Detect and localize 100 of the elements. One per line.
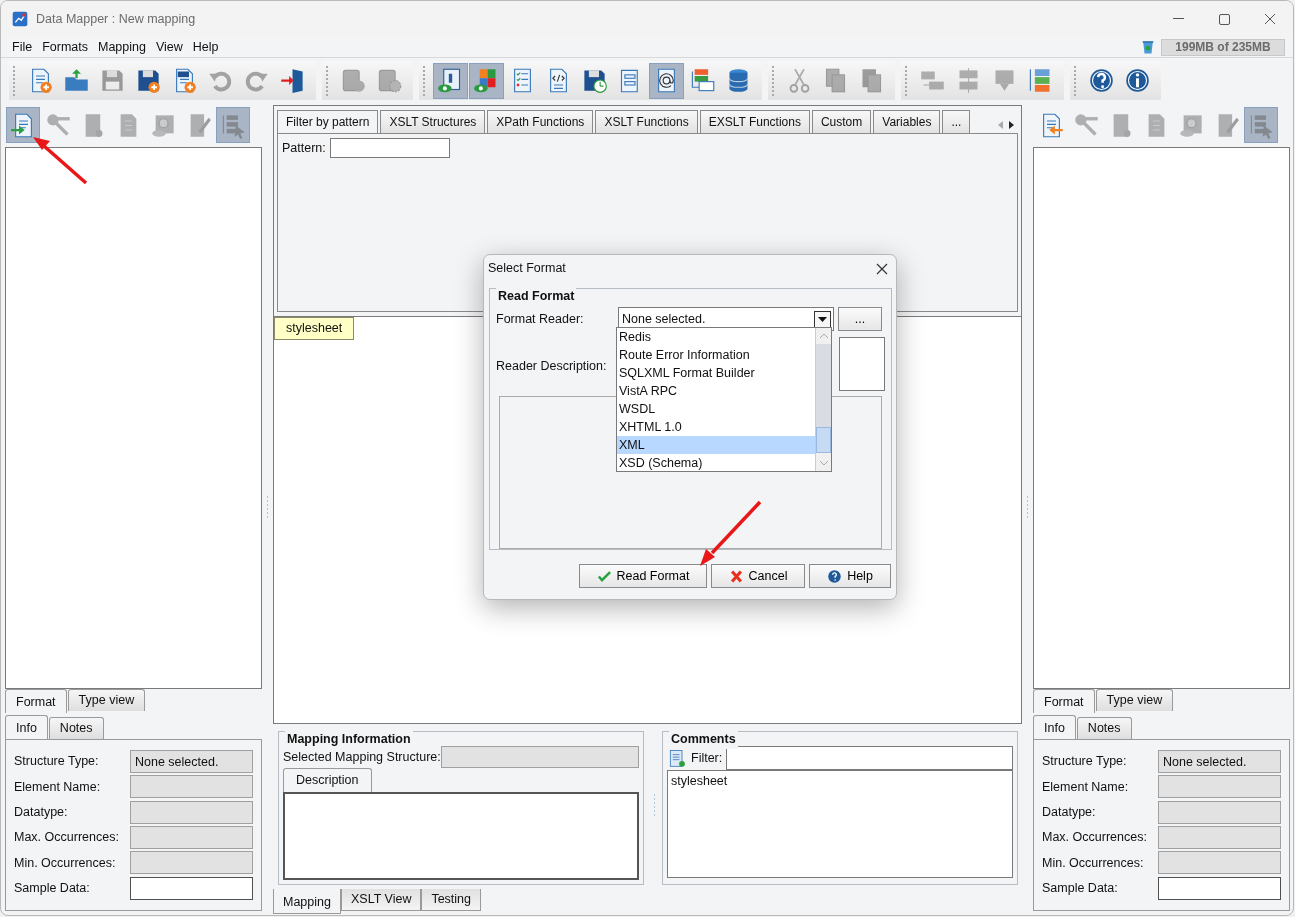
- tab[interactable]: XSLT Structures: [380, 110, 486, 133]
- dialog-button[interactable]: Read Format: [579, 564, 707, 588]
- tab[interactable]: XPath Functions: [487, 110, 594, 133]
- toolbar-grip[interactable]: [1074, 65, 1077, 96]
- field-label: Structure Type:: [14, 753, 100, 771]
- tab[interactable]: EXSLT Functions: [699, 110, 810, 133]
- scroll-right-icon[interactable]: [1009, 121, 1014, 129]
- toolbar-button[interactable]: [433, 62, 468, 99]
- group-title: Comments: [669, 730, 738, 749]
- dropdown-option[interactable]: Route Error Information: [617, 346, 815, 364]
- toolbar-button[interactable]: [649, 62, 684, 99]
- menu-item[interactable]: View: [150, 37, 188, 57]
- checkmark-icon: [596, 568, 612, 584]
- menu-item[interactable]: Mapping: [93, 37, 151, 57]
- tab[interactable]: Notes: [48, 717, 104, 739]
- toolbar-grip[interactable]: [423, 65, 426, 96]
- menu-item[interactable]: File: [7, 37, 38, 57]
- dropdown-option[interactable]: Redis: [617, 328, 815, 346]
- tab[interactable]: Info: [1033, 715, 1076, 739]
- tab[interactable]: Info: [5, 715, 48, 739]
- annotation-arrow: [700, 500, 762, 566]
- field-label: Datatype:: [14, 803, 69, 821]
- text-field[interactable]: [1158, 876, 1281, 900]
- tab[interactable]: XSLT View: [340, 889, 422, 911]
- field-label: Sample Data:: [1042, 879, 1119, 897]
- pattern-field[interactable]: [329, 138, 450, 158]
- help-icon: [827, 568, 843, 584]
- field-label: Reader Description:: [496, 358, 608, 375]
- tab[interactable]: ...: [942, 110, 971, 133]
- mapping-node[interactable]: stylesheet: [274, 317, 355, 340]
- text-field[interactable]: [130, 876, 253, 900]
- tab[interactable]: Notes: [1076, 717, 1132, 739]
- scrollbar-thumb[interactable]: [816, 427, 831, 453]
- tab[interactable]: Testing: [421, 889, 481, 911]
- folder-upload-icon: [63, 67, 90, 94]
- comment-item[interactable]: stylesheet: [671, 772, 1009, 791]
- tab[interactable]: Format: [5, 689, 67, 713]
- tab[interactable]: Custom: [811, 110, 872, 133]
- text-field[interactable]: [440, 746, 639, 768]
- dropdown-option[interactable]: VistA RPC: [617, 382, 815, 400]
- scroll-left-icon[interactable]: [998, 121, 1003, 129]
- dropdown-option[interactable]: XML: [617, 436, 815, 454]
- field-label: Format Reader:: [496, 310, 585, 328]
- field-label: Datatype:: [1042, 803, 1097, 821]
- annotation-arrow: [33, 137, 88, 185]
- app-logo-icon: [12, 11, 28, 27]
- filter-label: Filter:: [691, 749, 723, 767]
- tree-field-icon: [689, 67, 716, 94]
- tab[interactable]: Description: [283, 768, 372, 792]
- menu-item[interactable]: Formats: [37, 37, 93, 57]
- menu-item[interactable]: Help: [187, 37, 224, 57]
- splitter-handle-icon[interactable]: [1026, 496, 1029, 520]
- toolbar-grip[interactable]: [772, 65, 775, 96]
- splitter-handle-icon[interactable]: [266, 496, 269, 520]
- info-icon: [1124, 67, 1151, 94]
- tab[interactable]: Mapping: [273, 889, 341, 914]
- field-label: Max. Occurrences:: [1042, 829, 1148, 847]
- field-label: Element Name:: [14, 778, 102, 796]
- floppy-clock-icon: [581, 67, 608, 94]
- memory-usage: 199MB of 235MB: [1161, 38, 1285, 56]
- browse-button[interactable]: ...: [838, 307, 882, 331]
- minimize-icon[interactable]: [1172, 18, 1184, 20]
- field-label: Min. Occurrences:: [1042, 854, 1145, 872]
- field-label: Element Name:: [1042, 778, 1130, 796]
- cross-icon: [728, 568, 744, 584]
- help-icon: [1088, 67, 1115, 94]
- tab[interactable]: Type view: [1095, 689, 1174, 711]
- splitter-handle-icon[interactable]: [652, 794, 656, 818]
- dialog-button[interactable]: Help: [809, 564, 891, 588]
- field-label: Selected Mapping Structure:: [283, 748, 441, 766]
- toolbar-grip[interactable]: [905, 65, 908, 96]
- field-label: Max. Occurrences:: [14, 829, 120, 847]
- close-icon[interactable]: [876, 262, 888, 275]
- dropdown-option[interactable]: WSDL: [617, 400, 815, 418]
- tab[interactable]: Format: [1033, 689, 1095, 713]
- dropdown-option[interactable]: SQLXML Format Builder: [617, 364, 815, 382]
- field-label: Structure Type:: [1042, 753, 1128, 771]
- tab[interactable]: Filter by pattern: [277, 110, 379, 133]
- pattern-label: Pattern:: [282, 139, 326, 157]
- field-label: Min. Occurrences:: [14, 854, 117, 872]
- description-field[interactable]: [839, 337, 885, 391]
- tab[interactable]: XSLT Functions: [595, 110, 698, 133]
- tab[interactable]: Type view: [67, 689, 146, 711]
- field-label: Sample Data:: [14, 879, 91, 897]
- dropdown-option[interactable]: XHTML 1.0: [617, 418, 815, 436]
- close-icon[interactable]: [1264, 13, 1276, 25]
- toolbar-grip[interactable]: [326, 65, 329, 96]
- floppy-icon: [99, 67, 126, 94]
- toolbar-button[interactable]: [469, 62, 504, 99]
- filter-field[interactable]: [726, 746, 1013, 770]
- group-title: Mapping Information: [285, 730, 413, 749]
- door-arrow-icon: [279, 67, 306, 94]
- dialog-button[interactable]: Cancel: [711, 564, 805, 588]
- tab[interactable]: Variables: [873, 110, 941, 133]
- maximize-icon[interactable]: [1218, 13, 1230, 25]
- toolbar-button[interactable]: [6, 107, 40, 143]
- floppy-plus-icon: [135, 67, 162, 94]
- description-field[interactable]: [283, 792, 639, 880]
- dropdown-option[interactable]: XSD (Schema): [617, 454, 815, 472]
- toolbar-grip[interactable]: [13, 65, 16, 96]
